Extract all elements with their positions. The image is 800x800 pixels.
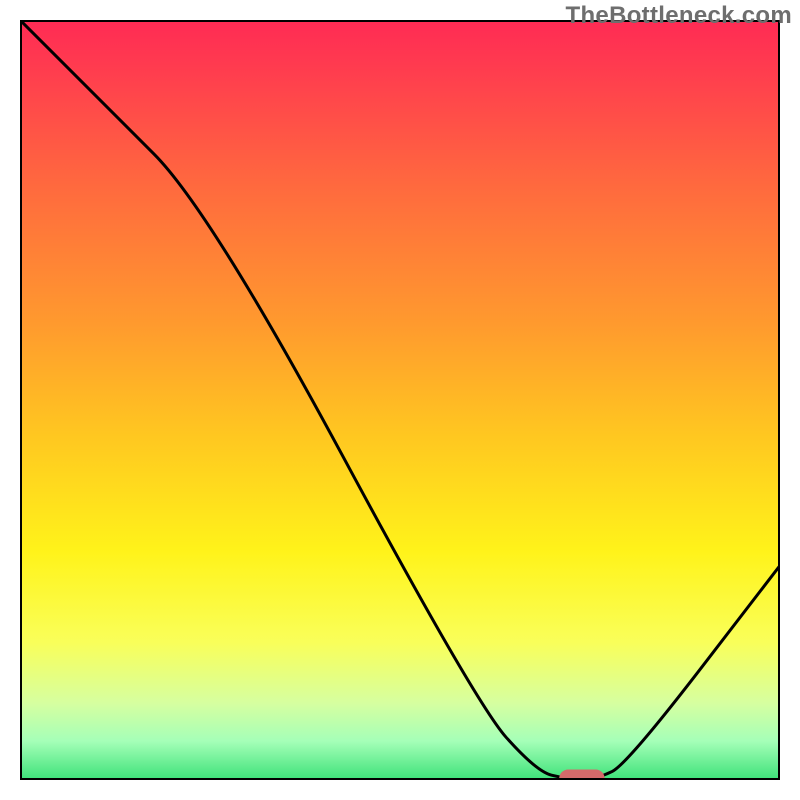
bottleneck-chart bbox=[0, 0, 800, 800]
watermark-text: TheBottleneck.com bbox=[566, 2, 792, 30]
chart-container: TheBottleneck.com bbox=[0, 0, 800, 800]
